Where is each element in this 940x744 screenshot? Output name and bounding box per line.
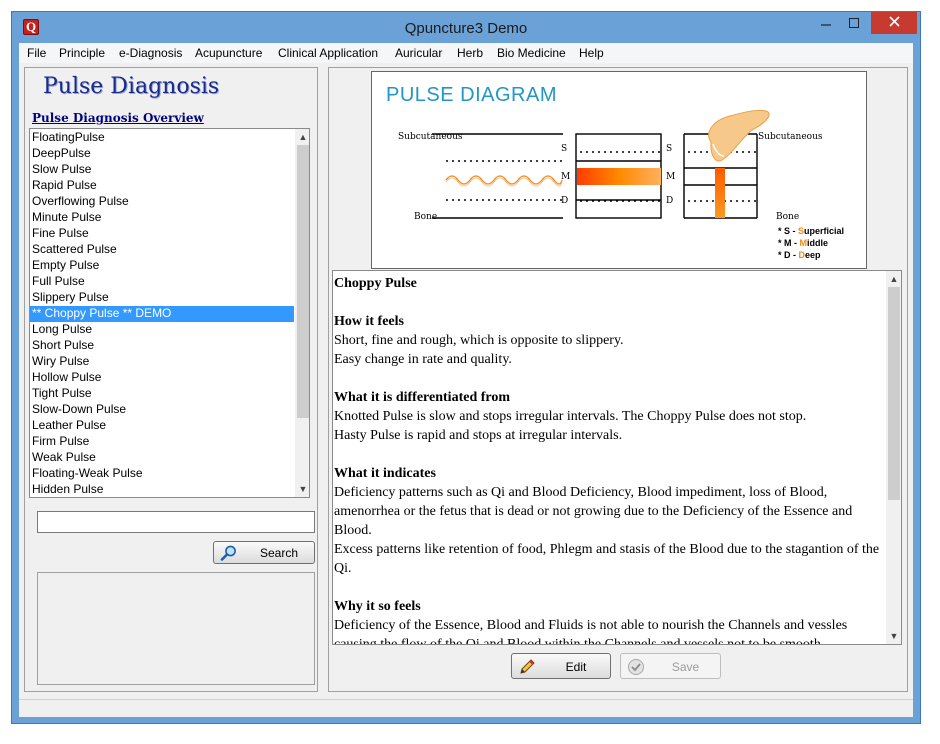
section-differentiated-line: Knotted Pulse is slow and stops irregula… xyxy=(334,409,807,424)
menu-clinical-application[interactable]: Clinical Application xyxy=(278,46,378,60)
title-bar[interactable]: Q Qpuncture3 Demo xyxy=(12,12,920,44)
app-window: Q Qpuncture3 Demo File Principle e-Diagn… xyxy=(11,11,921,724)
subcutaneous-label-right: Subcutaneous xyxy=(758,132,823,142)
scroll-thumb[interactable] xyxy=(297,145,309,418)
scroll-up-arrow-icon[interactable]: ▲ xyxy=(886,271,901,287)
legend-deep: * D - Deep xyxy=(778,250,821,260)
close-icon xyxy=(888,16,900,27)
pulse-list-item[interactable]: Slow Pulse xyxy=(30,162,294,178)
menu-e-diagnosis[interactable]: e-Diagnosis xyxy=(119,46,182,60)
right-panel: PULSE DIAGRAM Subcutaneous S M D S M D S… xyxy=(328,67,908,692)
d-label-2: D xyxy=(666,196,674,206)
close-button[interactable] xyxy=(871,12,917,34)
section-indicates-line: Deficiency patterns such as Qi and Blood… xyxy=(334,485,853,538)
m-label-2: M xyxy=(666,172,676,182)
minimize-button[interactable] xyxy=(812,12,840,34)
description-scrollbar[interactable]: ▲ ▼ xyxy=(886,271,901,644)
pulse-list-item[interactable]: ** Choppy Pulse ** DEMO xyxy=(30,306,294,322)
pulse-list-item[interactable]: Floating-Weak Pulse xyxy=(30,466,294,482)
pulse-list-item[interactable]: Full Pulse xyxy=(30,274,294,290)
list-scrollbar[interactable]: ▲ ▼ xyxy=(295,129,309,497)
left-panel: Pulse Diagnosis Pulse Diagnosis Overview… xyxy=(24,67,318,692)
scroll-down-arrow-icon[interactable]: ▼ xyxy=(295,481,309,497)
section-how-it-feels-line: Short, fine and rough, which is opposite… xyxy=(334,333,624,348)
pulse-list-item[interactable]: Firm Pulse xyxy=(30,434,294,450)
pulse-list-item[interactable]: Hollow Pulse xyxy=(30,370,294,386)
search-input[interactable] xyxy=(37,511,315,533)
pulse-list-item[interactable]: Hidden Pulse xyxy=(30,482,294,497)
search-button-label: Search xyxy=(259,546,299,560)
content-title: Choppy Pulse xyxy=(334,276,417,291)
pulse-list-item[interactable]: Weak Pulse xyxy=(30,450,294,466)
pulse-listbox[interactable]: Hidden Pulse Floating-Weak Pulse Weak Puls… xyxy=(29,128,310,498)
check-icon xyxy=(628,659,644,675)
section-differentiated-line: Hasty Pulse is rapid and stops at irregu… xyxy=(334,428,623,443)
notes-panel xyxy=(37,572,315,685)
pulse-list-item[interactable]: Minute Pulse xyxy=(30,210,294,226)
description-text: Choppy Pulse How it feels Short, fine an… xyxy=(334,274,886,645)
pulse-list-item[interactable]: Fine Pulse xyxy=(30,226,294,242)
section-why-heading: Why it so feels xyxy=(334,599,421,614)
s-label-2: S xyxy=(666,144,673,154)
overview-link[interactable]: Pulse Diagnosis Overview xyxy=(32,111,204,125)
pulse-list-item[interactable]: Long Pulse xyxy=(30,322,294,338)
menu-file[interactable]: File xyxy=(27,46,46,60)
scroll-thumb[interactable] xyxy=(888,287,900,500)
menu-principle[interactable]: Principle xyxy=(59,46,105,60)
menu-auricular[interactable]: Auricular xyxy=(395,46,442,60)
pulse-list-item[interactable]: Rapid Pulse xyxy=(30,178,294,194)
legend-middle: * M - Middle xyxy=(778,238,829,248)
status-bar xyxy=(19,699,913,717)
scroll-down-arrow-icon[interactable]: ▼ xyxy=(886,628,901,644)
menu-bio-medicine[interactable]: Bio Medicine xyxy=(497,46,566,60)
subcutaneous-label-left: Subcutaneous xyxy=(398,132,463,142)
pulse-diagram: PULSE DIAGRAM Subcutaneous S M D S M D S… xyxy=(371,71,867,269)
save-button-label: Save xyxy=(671,660,700,674)
pulse-list-item[interactable]: Slippery Pulse xyxy=(30,290,294,306)
pulse-list-item[interactable]: Slow-Down Pulse xyxy=(30,402,294,418)
minimize-icon xyxy=(821,24,831,26)
pulse-list-item[interactable]: Short Pulse xyxy=(30,338,294,354)
legend-superficial: * S - Superficial xyxy=(778,226,845,236)
window-title: Qpuncture3 Demo xyxy=(404,20,528,37)
pulse-list-item[interactable]: DeepPulse xyxy=(30,146,294,162)
pulse-list-item[interactable]: Wiry Pulse xyxy=(30,354,294,370)
pulse-list-item[interactable]: Overflowing Pulse xyxy=(30,194,294,210)
pulse-list-item[interactable]: FloatingPulse xyxy=(30,130,294,146)
section-how-it-feels-line: Easy change in rate and quality. xyxy=(334,352,512,367)
maximize-button[interactable] xyxy=(840,12,868,34)
pencil-icon xyxy=(520,659,535,674)
save-button[interactable]: Save xyxy=(620,653,721,679)
description-box[interactable]: Choppy Pulse How it feels Short, fine an… xyxy=(332,270,902,645)
pulse-list-item[interactable]: Tight Pulse xyxy=(30,386,294,402)
pulse-list-item[interactable]: Scattered Pulse xyxy=(30,242,294,258)
section-how-it-feels-heading: How it feels xyxy=(334,314,404,329)
d-label-1: D xyxy=(561,196,569,206)
scroll-up-arrow-icon[interactable]: ▲ xyxy=(295,129,309,145)
menu-acupuncture[interactable]: Acupuncture xyxy=(195,46,262,60)
pulse-list-item[interactable]: Leather Pulse xyxy=(30,418,294,434)
menu-bar: File Principle e-Diagnosis Acupuncture C… xyxy=(19,43,913,63)
bone-label-right: Bone xyxy=(776,212,800,222)
menu-help[interactable]: Help xyxy=(579,46,604,60)
s-label-1: S xyxy=(561,144,568,154)
edit-button-label: Edit xyxy=(565,660,587,674)
pulse-diagnosis-logo: Pulse Diagnosis xyxy=(43,74,220,99)
m-label-1: M xyxy=(561,172,571,182)
section-differentiated-heading: What it is differentiated from xyxy=(334,390,511,405)
section-why-line: Deficiency of the Essence, Blood and Flu… xyxy=(334,618,848,645)
client-area: File Principle e-Diagnosis Acupuncture C… xyxy=(19,43,913,717)
search-button[interactable]: Search xyxy=(213,541,315,564)
edit-button[interactable]: Edit xyxy=(511,653,611,679)
section-indicates-line: Excess patterns like retention of food, … xyxy=(334,542,880,576)
maximize-icon xyxy=(849,18,859,28)
pulse-list-item[interactable]: Empty Pulse xyxy=(30,258,294,274)
bone-label-left: Bone xyxy=(414,212,438,222)
menu-herb[interactable]: Herb xyxy=(457,46,483,60)
magnifier-icon xyxy=(220,545,236,561)
section-indicates-heading: What it indicates xyxy=(334,466,436,481)
